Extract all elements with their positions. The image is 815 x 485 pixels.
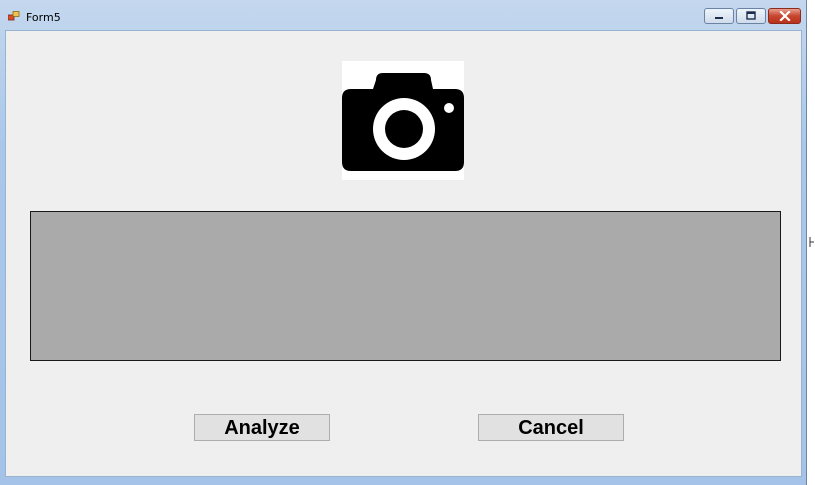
form-icon: [8, 11, 20, 21]
minimize-icon: [715, 17, 723, 19]
window-title: Form5: [26, 11, 61, 24]
app-window: Form5 Analyze Cancel: [0, 0, 807, 485]
title-bar[interactable]: Form5: [0, 0, 806, 30]
close-icon: [778, 11, 791, 21]
resize-handle-icon[interactable]: [809, 237, 815, 247]
maximize-icon: [746, 11, 756, 20]
analyze-button[interactable]: Analyze: [194, 414, 330, 441]
minimize-button[interactable]: [704, 8, 734, 24]
cancel-button[interactable]: Cancel: [478, 414, 624, 441]
camera-icon: [342, 73, 464, 171]
picture-box[interactable]: [342, 61, 464, 180]
close-button[interactable]: [768, 8, 801, 24]
form-client-area: Analyze Cancel: [5, 30, 802, 477]
window-controls: [704, 8, 801, 26]
content-panel: [30, 211, 781, 361]
maximize-button[interactable]: [736, 8, 766, 24]
